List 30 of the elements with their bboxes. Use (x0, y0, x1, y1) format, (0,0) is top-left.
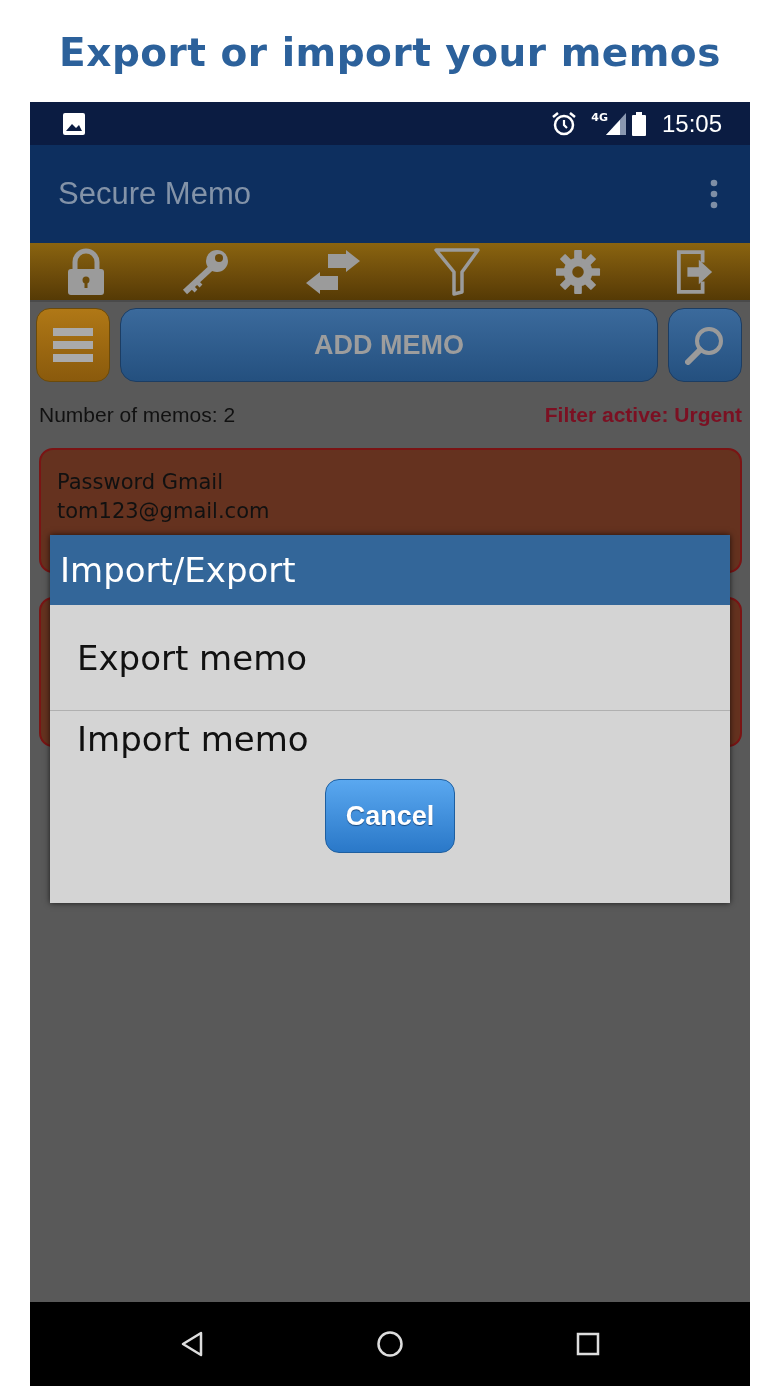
dialog-title: Import/Export (50, 535, 730, 605)
memo-count: Number of memos: 2 (39, 403, 236, 427)
battery-icon (631, 111, 646, 136)
swap-arrows-icon[interactable] (305, 249, 360, 294)
memo-title: Password Gmail (57, 469, 225, 496)
recents-icon[interactable] (576, 1332, 600, 1356)
back-icon[interactable] (180, 1331, 204, 1357)
network-label: 4G (591, 111, 608, 124)
exit-icon[interactable] (676, 248, 714, 295)
alarm-icon (551, 110, 578, 137)
gear-icon[interactable] (555, 248, 602, 295)
clock-time: 15:05 (661, 109, 722, 138)
dialog-option[interactable]: Export memo (50, 605, 730, 711)
app-title: Secure Memo (58, 176, 251, 212)
filter-status: Filter active: Urgent (544, 403, 742, 427)
image-icon (62, 111, 86, 136)
headline: Export or import your memos (59, 30, 721, 77)
lock-icon[interactable] (66, 247, 106, 296)
home-icon[interactable] (376, 1330, 404, 1358)
menu-button[interactable] (36, 308, 110, 382)
menu-icon (53, 328, 93, 362)
key-icon[interactable] (180, 247, 231, 296)
search-icon (685, 325, 725, 365)
add-memo-button[interactable]: ADD MEMO (120, 308, 658, 382)
more-options-icon[interactable] (710, 179, 718, 209)
search-button[interactable] (668, 308, 742, 382)
filter-icon[interactable] (434, 247, 481, 296)
cancel-button[interactable]: Cancel (325, 779, 455, 853)
memo-detail: tom123@gmail.com (57, 498, 271, 525)
dialog-option[interactable]: Import memo (50, 711, 730, 779)
